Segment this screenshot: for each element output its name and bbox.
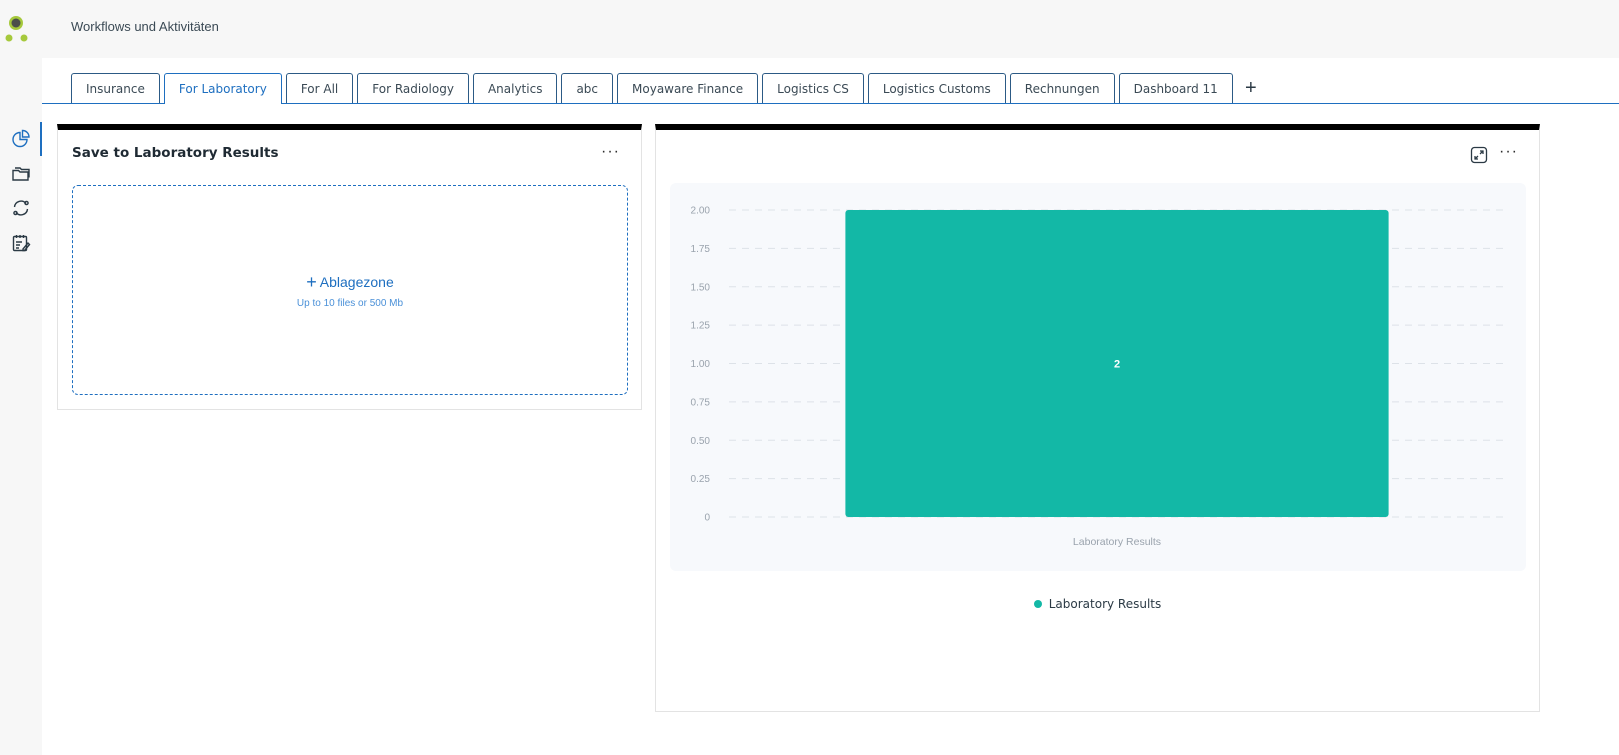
upload-widget-title: Save to Laboratory Results [72, 145, 279, 161]
app-logo[interactable] [4, 14, 32, 44]
y-tick-label: 0.25 [691, 474, 711, 485]
app-title: Workflows und Aktivitäten [71, 19, 219, 34]
rail-item-tasks[interactable] [0, 226, 42, 260]
bar-chart: 0 0.25 0.50 0.75 1.00 1.25 1.50 1.75 2.00 2 Labora… [670, 183, 1526, 571]
tab-insurance[interactable]: Insurance [71, 73, 160, 103]
chart-widget-menu-button[interactable]: ··· [1499, 144, 1518, 160]
drop-zone[interactable]: + Ablagezone Up to 10 files or 500 Mb [72, 185, 628, 395]
folder-icon [12, 167, 30, 181]
main-content: Insurance For Laboratory For All For Radiol… [42, 58, 1619, 755]
rail-item-files[interactable] [0, 157, 42, 191]
bar-data-label: 2 [1114, 359, 1120, 371]
top-header: Workflows und Aktivitäten [0, 0, 1619, 58]
y-tick-label: 1.00 [691, 359, 711, 370]
tab-analytics[interactable]: Analytics [472, 73, 558, 103]
tab-for-radiology[interactable]: For Radiology [357, 73, 469, 103]
task-list-icon [12, 235, 31, 252]
y-tick-label: 0 [704, 513, 710, 524]
tab-logistics-cs[interactable]: Logistics CS [762, 73, 864, 103]
tab-for-laboratory[interactable]: For Laboratory [163, 73, 282, 104]
tab-moyaware-finance[interactable]: Moyaware Finance [617, 73, 759, 103]
y-tick-label: 2.00 [691, 206, 711, 217]
chart-widget: ··· 0 0.25 0.50 0.75 1.00 1.25 1.50 1.75 2.00 2 La… [655, 124, 1540, 712]
tab-dashboard-11[interactable]: Dashboard 11 [1118, 73, 1233, 103]
plus-icon: + [306, 272, 317, 292]
y-tick-label: 1.50 [691, 282, 711, 293]
y-tick-label: 0.75 [691, 397, 711, 408]
pie-chart-icon [12, 129, 30, 148]
tab-rechnungen[interactable]: Rechnungen [1009, 73, 1115, 103]
y-tick-label: 1.75 [691, 244, 711, 255]
rail-item-dashboards[interactable] [0, 122, 42, 156]
upload-widget-menu-button[interactable]: ··· [601, 144, 620, 160]
chart-legend[interactable]: Laboratory Results [656, 597, 1539, 611]
dashboard-tabs: Insurance For Laboratory For All For Radiol… [42, 72, 1619, 104]
legend-dot [1033, 600, 1042, 608]
legend-label: Laboratory Results [1048, 597, 1162, 611]
y-tick-label: 1.25 [691, 321, 711, 332]
tab-abc[interactable]: abc [561, 73, 614, 103]
rail-item-workflows[interactable] [0, 191, 42, 225]
drop-zone-hint: Up to 10 files or 500 Mb [296, 298, 404, 309]
x-category-label: Laboratory Results [1073, 536, 1161, 548]
sync-icon [13, 200, 29, 216]
tab-logistics-customs[interactable]: Logistics Customs [867, 73, 1006, 103]
expand-icon[interactable] [1470, 146, 1488, 164]
add-tab-button[interactable]: + [1239, 73, 1263, 103]
left-rail [0, 58, 42, 755]
y-tick-label: 0.50 [691, 436, 711, 447]
bar-chart-canvas: 0 0.25 0.50 0.75 1.00 1.25 1.50 1.75 2.00 2 Labora… [691, 206, 1505, 548]
tab-for-all[interactable]: For All [285, 73, 354, 103]
upload-widget: Save to Laboratory Results ··· + Ablagezo… [57, 124, 642, 410]
drop-zone-label: + Ablagezone [306, 272, 394, 292]
